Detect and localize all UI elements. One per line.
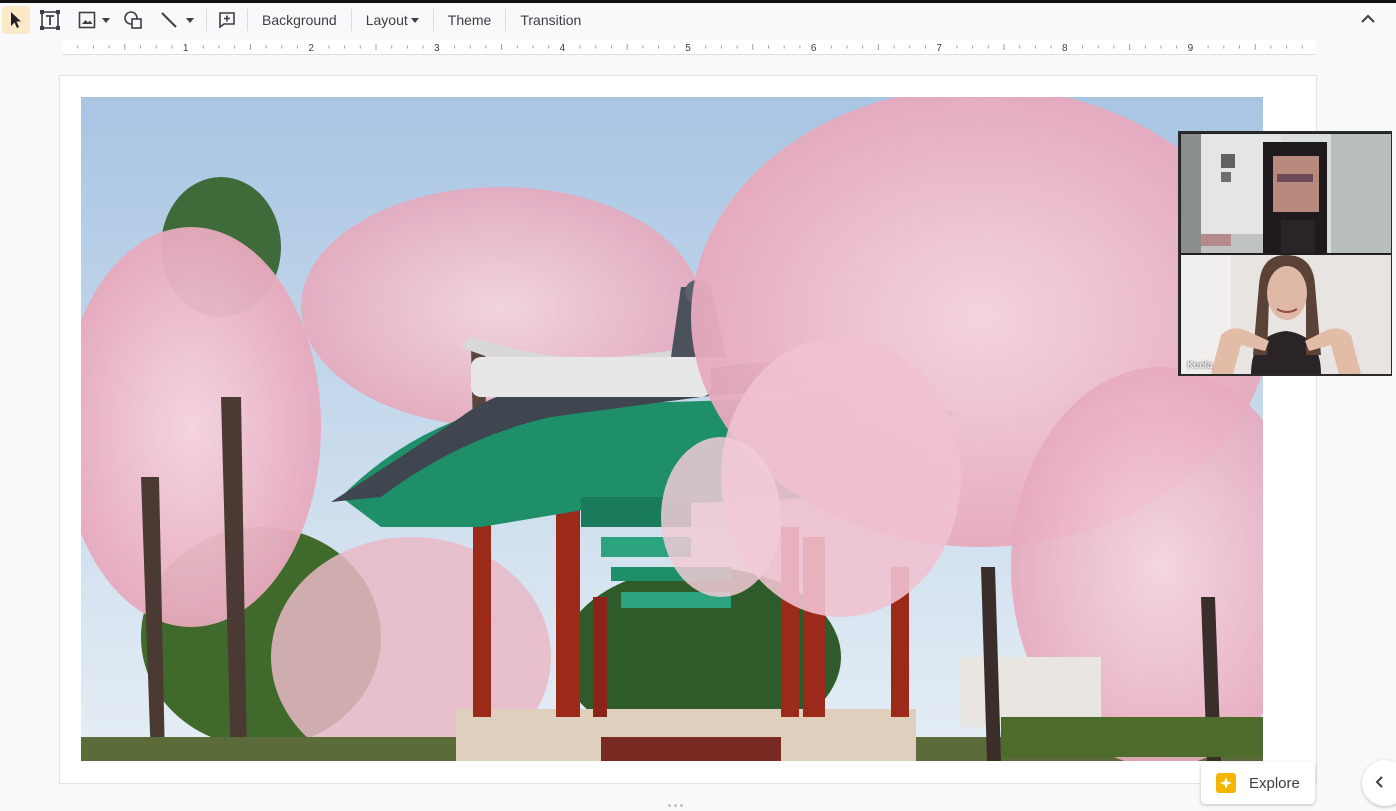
ruler-number: 7 xyxy=(936,43,942,54)
ruler-number: 4 xyxy=(560,43,566,54)
divider xyxy=(206,9,207,31)
text-box-tool[interactable] xyxy=(36,6,64,34)
ruler-number: 2 xyxy=(308,43,314,54)
ruler-bar: 1 2 3 4 5 6 7 8 9 xyxy=(0,37,1396,57)
horizontal-ruler[interactable]: 1 2 3 4 5 6 7 8 9 xyxy=(62,40,1316,55)
background-button[interactable]: Background xyxy=(254,6,345,34)
explore-button[interactable]: Explore xyxy=(1201,762,1315,804)
ruler-number: 3 xyxy=(434,43,440,54)
ruler-number: 8 xyxy=(1062,43,1068,54)
shape-tool[interactable] xyxy=(120,6,146,34)
divider xyxy=(350,9,352,31)
ruler-number: 5 xyxy=(685,43,691,54)
image-tool[interactable] xyxy=(74,6,114,34)
ruler-number: 9 xyxy=(1188,43,1194,54)
slide[interactable] xyxy=(60,76,1316,783)
grip-dot xyxy=(674,804,677,807)
participant-name-label: Keela xyxy=(1187,360,1213,371)
pavilion-photo-image xyxy=(81,97,1263,761)
chevron-left-icon xyxy=(1375,776,1383,788)
line-tool[interactable] xyxy=(156,6,198,34)
participant-video xyxy=(1181,255,1391,374)
select-tool[interactable] xyxy=(2,6,30,34)
theme-button[interactable]: Theme xyxy=(440,6,500,34)
ruler-number: 1 xyxy=(183,43,189,54)
collapse-toolbar-button[interactable] xyxy=(1358,9,1378,29)
participant-tile-2[interactable]: Keela xyxy=(1181,255,1391,374)
text-box-icon xyxy=(40,10,60,30)
explore-label: Explore xyxy=(1249,774,1300,792)
toolbar: Background Layout Theme Transition xyxy=(0,3,1396,37)
line-icon xyxy=(161,12,177,28)
video-call-panel: Keela xyxy=(1178,131,1392,376)
chevron-down-icon xyxy=(186,17,194,23)
divider xyxy=(505,9,507,31)
ruler-number: 6 xyxy=(811,43,817,54)
divider xyxy=(432,9,434,31)
chevron-down-icon xyxy=(102,17,110,23)
add-comment-icon xyxy=(219,12,235,29)
participant-tile-1[interactable] xyxy=(1181,134,1391,253)
divider xyxy=(247,9,248,31)
shapes-icon xyxy=(124,11,142,29)
slide-photo[interactable] xyxy=(81,97,1263,761)
grip-dot xyxy=(680,804,683,807)
grip-dot xyxy=(668,804,671,807)
image-icon xyxy=(78,11,96,29)
chevron-up-icon xyxy=(1361,14,1375,23)
layout-label: Layout xyxy=(365,12,408,28)
speaker-notes-resize-handle[interactable] xyxy=(668,804,683,807)
transition-button[interactable]: Transition xyxy=(512,6,589,34)
chevron-down-icon xyxy=(410,17,419,23)
comment-tool[interactable] xyxy=(213,6,241,34)
layout-button[interactable]: Layout xyxy=(358,6,427,34)
explore-icon xyxy=(1216,773,1236,793)
participant-video-pixelated xyxy=(1181,134,1391,253)
ruler-ticks: 1 2 3 4 5 6 7 8 9 xyxy=(77,43,1303,54)
cursor-arrow-icon xyxy=(11,12,21,28)
